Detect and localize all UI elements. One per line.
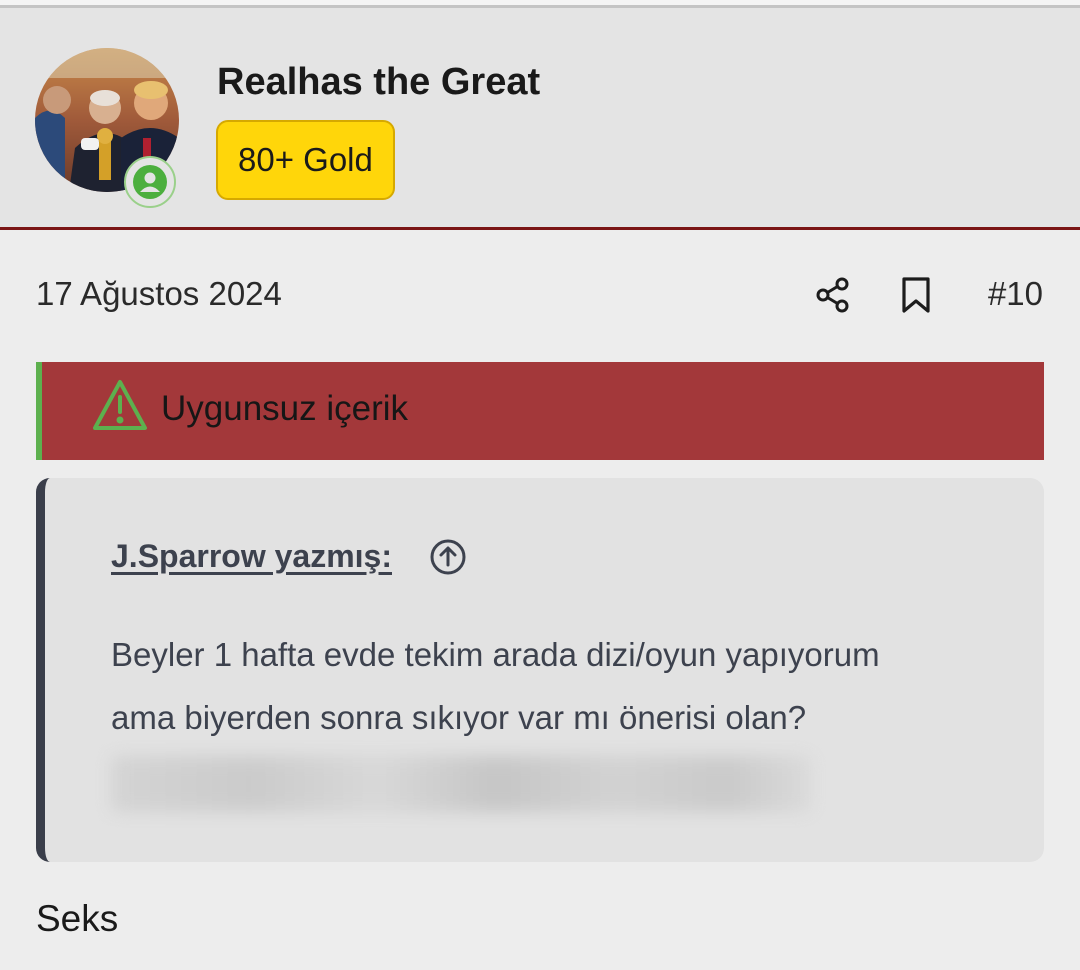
post-date[interactable]: 17 Ağustos 2024 [36,275,282,313]
bookmark-icon[interactable] [899,276,933,314]
quote-author-link[interactable]: J.Sparrow yazmış: [111,538,392,575]
arrow-up-circle-icon[interactable] [429,538,467,576]
top-divider [0,0,1080,8]
quote-text-line: Beyler 1 hafta evde tekim arada dizi/oyu… [111,636,880,673]
username[interactable]: Realhas the Great [217,61,540,104]
warning-label: Uygunsuz içerik [161,389,409,428]
online-status-badge [124,156,176,208]
rank-badge: 80+ Gold [216,120,395,200]
content-warning-banner: Uygunsuz içerik [36,362,1044,460]
quote-block: J.Sparrow yazmış: Beyler 1 hafta evde te… [36,478,1044,862]
quote-text-line: ama biyerden sonra sıkıyor var mı öneris… [111,699,807,736]
post-number-link[interactable]: #10 [988,275,1043,313]
user-status-icon [133,165,167,199]
warning-triangle-icon [92,378,148,432]
post-author-header: Realhas the Great 80+ Gold [0,8,1080,230]
post-body-text: Seks [36,898,119,939]
blurred-content [111,756,811,812]
share-icon[interactable] [814,276,852,314]
